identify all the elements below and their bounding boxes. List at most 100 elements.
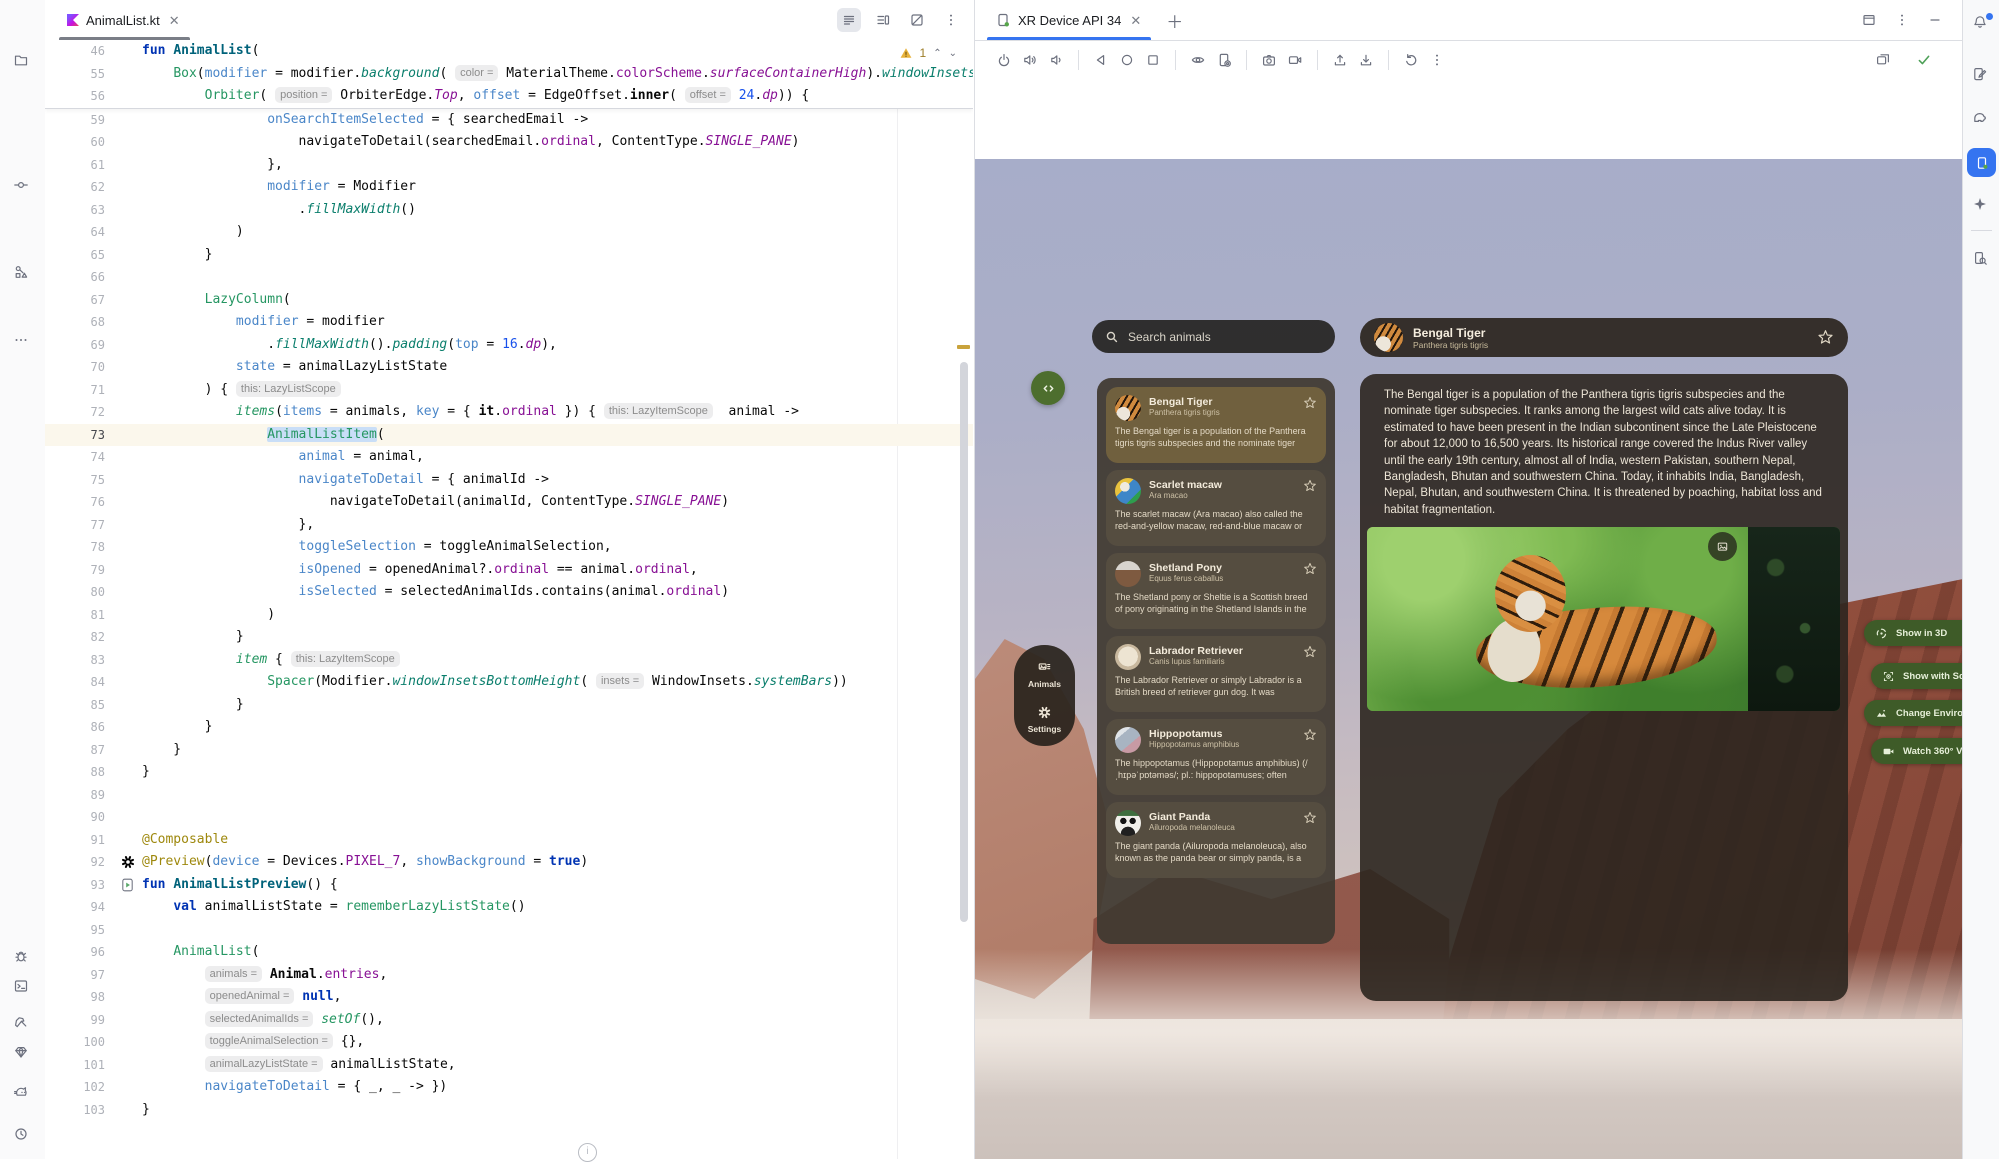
more-horizontal-icon[interactable]: [13, 332, 33, 352]
code-line[interactable]: 77 },: [45, 514, 973, 537]
run-preview-gutter-icon[interactable]: [118, 874, 142, 897]
code-line[interactable]: 72 items(items = animals, key = { it.ord…: [45, 401, 973, 424]
line-number[interactable]: 55: [45, 63, 118, 86]
code-line[interactable]: 95: [45, 919, 973, 942]
code-line[interactable]: 80 isSelected = selectedAnimalIds.contai…: [45, 581, 973, 604]
line-number[interactable]: 74: [45, 446, 118, 469]
line-number[interactable]: 86: [45, 716, 118, 739]
editor-layout-icon[interactable]: [871, 8, 895, 32]
code-line[interactable]: 99 selectedAnimalIds = setOf(),: [45, 1009, 973, 1032]
line-number[interactable]: 91: [45, 829, 118, 852]
code-line[interactable]: 68 modifier = modifier: [45, 311, 973, 334]
code-line[interactable]: 71 ) { this: LazyListScope: [45, 379, 973, 402]
line-number[interactable]: 73: [45, 424, 118, 447]
structure-icon[interactable]: [13, 264, 33, 284]
line-number[interactable]: 62: [45, 176, 118, 199]
xr-button-show-in-3d[interactable]: Show in 3D: [1864, 620, 1963, 646]
line-number[interactable]: 94: [45, 896, 118, 919]
code-line[interactable]: 97 animals = Animal.entries,: [45, 964, 973, 987]
xr-button-change-environme[interactable]: Change Environme: [1864, 700, 1963, 726]
line-number[interactable]: 63: [45, 199, 118, 222]
animal-card[interactable]: Shetland PonyEquus ferus caballusThe She…: [1106, 553, 1326, 629]
code-line[interactable]: 82 }: [45, 626, 973, 649]
line-number[interactable]: 72: [45, 401, 118, 424]
nav-overview-icon[interactable]: [1140, 48, 1166, 72]
line-number[interactable]: 87: [45, 739, 118, 762]
gradle-elephant-icon[interactable]: [1972, 110, 1992, 130]
nav-home-icon[interactable]: [1114, 48, 1140, 72]
more-vertical-icon[interactable]: [1424, 48, 1450, 72]
code-line[interactable]: 86 }: [45, 716, 973, 739]
reset-icon[interactable]: [1398, 48, 1424, 72]
favorite-star-icon[interactable]: [1303, 645, 1317, 659]
code-line[interactable]: 62 modifier = Modifier: [45, 176, 973, 199]
nav-rail-item-animals[interactable]: Animals: [1028, 660, 1061, 689]
line-number[interactable]: 90: [45, 806, 118, 829]
code-line[interactable]: 89: [45, 784, 973, 807]
window-icon[interactable]: [1861, 12, 1879, 28]
favorite-star-icon[interactable]: [1303, 396, 1317, 410]
device-paint-icon[interactable]: [1972, 66, 1992, 86]
line-number[interactable]: 69: [45, 334, 118, 357]
line-number[interactable]: 95: [45, 919, 118, 942]
device-tab-xr[interactable]: XR Device API 34 ✕: [986, 0, 1152, 40]
search-bar[interactable]: Search animals: [1092, 320, 1335, 353]
code-line[interactable]: 88}: [45, 761, 973, 784]
favorite-star-icon[interactable]: [1303, 479, 1317, 493]
code-line[interactable]: 94 val animalListState = rememberLazyLis…: [45, 896, 973, 919]
code-line[interactable]: 64 ): [45, 221, 973, 244]
line-number[interactable]: 71: [45, 379, 118, 402]
code-line[interactable]: 83 item { this: LazyItemScope: [45, 649, 973, 672]
xr-button-watch-360-video[interactable]: Watch 360° Video: [1871, 738, 1963, 764]
code-line[interactable]: 98 openedAnimal = null,: [45, 986, 973, 1009]
logcat-cat-icon[interactable]: [13, 1083, 33, 1103]
code-line[interactable]: 102 navigateToDetail = { _, _ -> }): [45, 1076, 973, 1099]
code-line[interactable]: 90: [45, 806, 973, 829]
xr-move-handle-button[interactable]: [1031, 371, 1065, 405]
line-number[interactable]: 81: [45, 604, 118, 627]
gemini-sparkle-icon[interactable]: [1972, 196, 1992, 216]
code-line[interactable]: 100 toggleAnimalSelection = {},: [45, 1031, 973, 1054]
line-number[interactable]: 93: [45, 874, 118, 897]
hide-frame-icon[interactable]: [905, 8, 929, 32]
code-line[interactable]: 96 AnimalList(: [45, 941, 973, 964]
code-line[interactable]: 70 state = animalLazyListState: [45, 356, 973, 379]
favorite-star-icon[interactable]: [1303, 811, 1317, 825]
more-vertical-icon[interactable]: [939, 8, 963, 32]
line-number[interactable]: 89: [45, 784, 118, 807]
line-number[interactable]: 70: [45, 356, 118, 379]
project-folder-icon[interactable]: [13, 52, 33, 72]
favorite-star-icon[interactable]: [1303, 562, 1317, 576]
line-number[interactable]: 77: [45, 514, 118, 537]
structure-list-icon[interactable]: [837, 8, 861, 32]
more-vertical-icon[interactable]: [1894, 12, 1912, 28]
animal-card[interactable]: Bengal TigerPanthera tigris tigrisThe Be…: [1106, 387, 1326, 463]
code-line[interactable]: 56 Orbiter( position = OrbiterEdge.Top, …: [45, 85, 973, 108]
device-explorer-icon[interactable]: [1972, 250, 1992, 270]
editor-scrollbar[interactable]: [960, 362, 968, 922]
profiler-clock-icon[interactable]: [13, 1126, 33, 1146]
display-mode-icon[interactable]: [1870, 48, 1896, 72]
close-icon[interactable]: ✕: [1128, 12, 1143, 29]
animal-card[interactable]: Giant PandaAiluropoda melanoleucaThe gia…: [1106, 802, 1326, 878]
videocam-icon[interactable]: [1282, 48, 1308, 72]
line-number[interactable]: 98: [45, 986, 118, 1009]
line-number[interactable]: 83: [45, 649, 118, 672]
line-number[interactable]: 80: [45, 581, 118, 604]
line-number[interactable]: 84: [45, 671, 118, 694]
preview-settings-gutter-icon[interactable]: [118, 851, 142, 874]
add-tab-icon[interactable]: ＋: [1166, 8, 1183, 33]
device-settings-icon[interactable]: [1211, 48, 1237, 72]
commit-icon[interactable]: [13, 177, 33, 197]
editor-hint-icon[interactable]: i: [578, 1143, 597, 1162]
code-line[interactable]: 75 navigateToDetail = { animalId ->: [45, 469, 973, 492]
favorite-star-icon[interactable]: [1303, 728, 1317, 742]
line-number[interactable]: 65: [45, 244, 118, 267]
volume-down-icon[interactable]: [1043, 48, 1069, 72]
detail-header[interactable]: Bengal Tiger Panthera tigris tigris: [1360, 318, 1848, 357]
code-line[interactable]: 74 animal = animal,: [45, 446, 973, 469]
notifications-bell-icon[interactable]: [1972, 14, 1992, 34]
code-line[interactable]: 101 animalLazyListState = animalListStat…: [45, 1054, 973, 1077]
line-number[interactable]: 79: [45, 559, 118, 582]
code-line[interactable]: 87 }: [45, 739, 973, 762]
